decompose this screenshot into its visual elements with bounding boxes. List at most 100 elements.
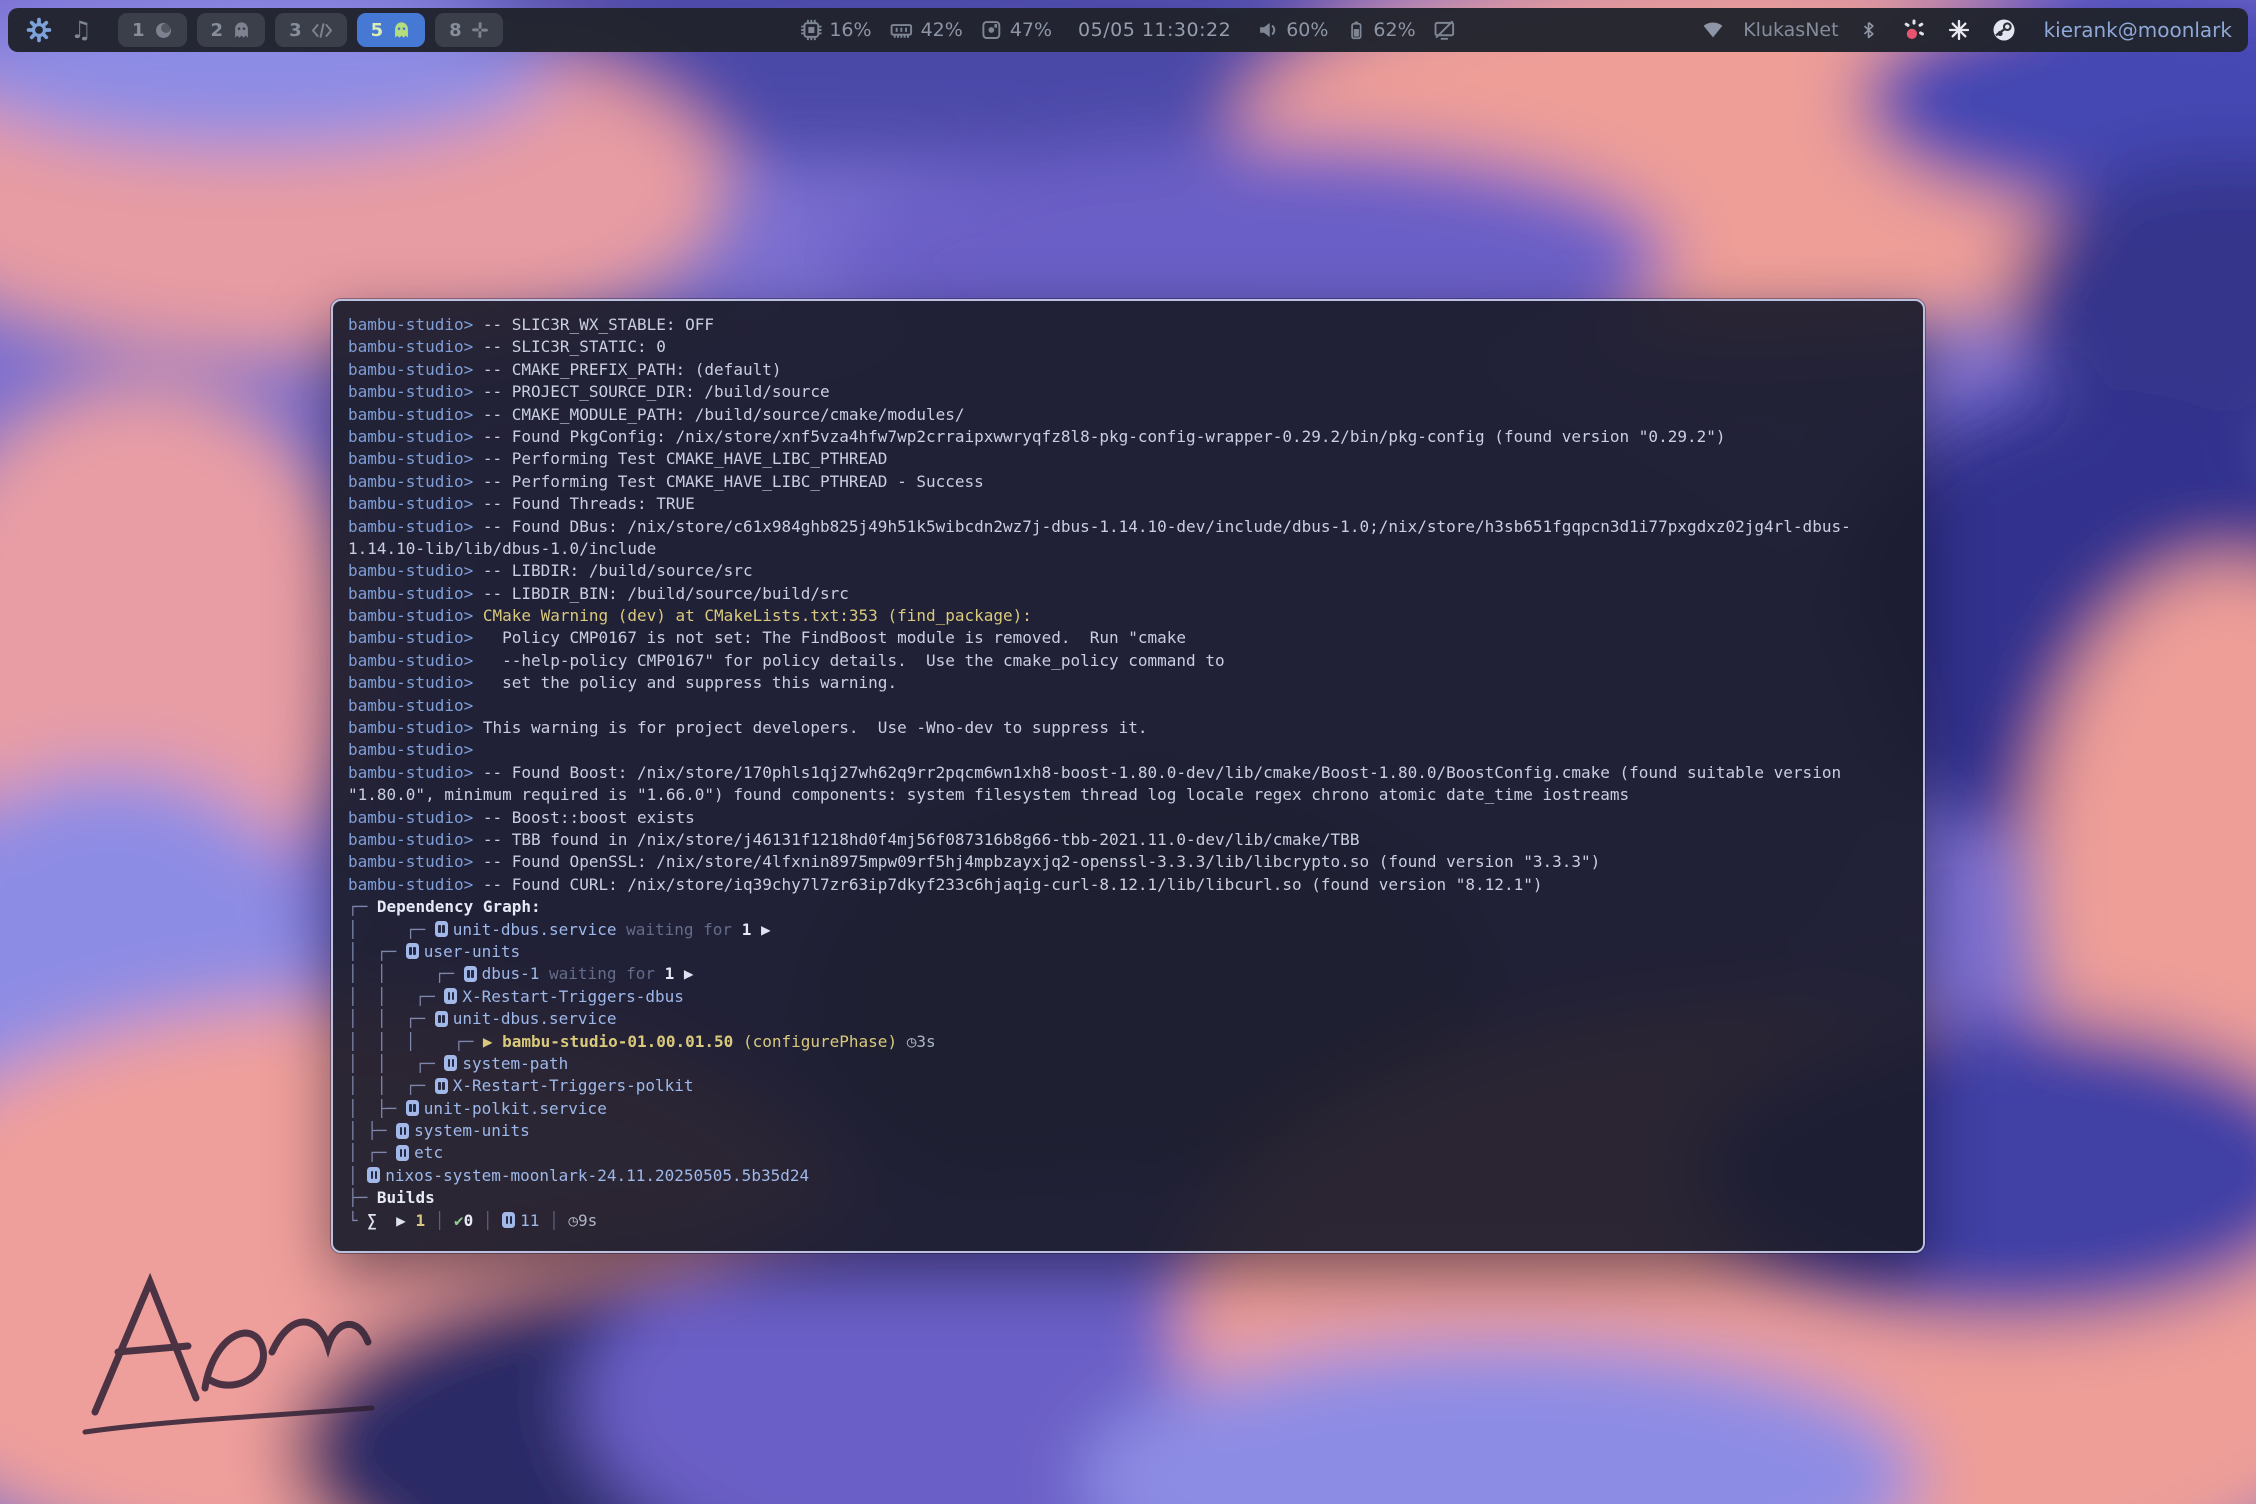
workspace-2[interactable]: 2 bbox=[197, 13, 266, 47]
graph-strong: 1 bbox=[742, 920, 761, 939]
top-bar: ♫ 12358 16% 42% 47% 05/05 11:30:22 bbox=[8, 8, 2248, 52]
workspace-number: 5 bbox=[371, 20, 384, 41]
battery-icon bbox=[1346, 19, 1366, 41]
disk-icon bbox=[981, 19, 1003, 41]
battery-value: 62% bbox=[1373, 19, 1415, 41]
terminal-line: bambu-studio> -- Performing Test CMAKE_H… bbox=[348, 471, 1908, 493]
terminal-line: 1.14.10-lib/lib/dbus-1.0/include bbox=[348, 538, 1908, 560]
log-prefix: bambu-studio> bbox=[348, 472, 483, 491]
log-text: -- Found PkgConfig: /nix/store/xnf5vza4h… bbox=[483, 427, 1726, 446]
log-text: -- LIBDIR: /build/source/src bbox=[483, 561, 753, 580]
wifi-icon[interactable] bbox=[1698, 15, 1728, 45]
workspace-8[interactable]: 8 bbox=[435, 13, 503, 47]
workspace-number: 8 bbox=[449, 20, 462, 41]
tree-connector: │ ┌─ bbox=[348, 942, 406, 961]
tree-connector: │ │ ┌─ bbox=[348, 1009, 435, 1028]
tree-connector: │ ├─ bbox=[348, 1121, 396, 1140]
terminal-line: bambu-studio> -- CMAKE_PREFIX_PATH: (def… bbox=[348, 359, 1908, 381]
graph-strong: 1 bbox=[665, 964, 684, 983]
workspace-1[interactable]: 1 bbox=[118, 13, 187, 47]
tree-connector: ├─ bbox=[348, 1188, 377, 1207]
tree-connector: │ │ ┌─ bbox=[348, 1054, 444, 1073]
log-text: set the policy and suppress this warning… bbox=[483, 673, 897, 692]
memory-value: 42% bbox=[921, 19, 963, 41]
terminal-line: bambu-studio> -- PROJECT_SOURCE_DIR: /bu… bbox=[348, 381, 1908, 403]
pause-icon bbox=[502, 1212, 515, 1228]
pause-icon bbox=[406, 943, 419, 959]
pause-icon bbox=[444, 1055, 457, 1071]
cpu-stat: 16% bbox=[800, 19, 871, 41]
tree-connector: ┌─ bbox=[348, 897, 377, 916]
log-text: -- CMAKE_MODULE_PATH: /build/source/cmak… bbox=[483, 405, 965, 424]
terminal-line: bambu-studio> -- Found Boost: /nix/store… bbox=[348, 762, 1908, 784]
log-text: -- CMAKE_PREFIX_PATH: (default) bbox=[483, 360, 782, 379]
tray-app-busy-icon[interactable] bbox=[1899, 15, 1929, 45]
logged-in-user: kierank@moonlark bbox=[2044, 18, 2232, 42]
log-prefix: bambu-studio> bbox=[348, 875, 483, 894]
tree-connector: │ ┌─ bbox=[348, 1143, 396, 1162]
slack-icon bbox=[471, 21, 489, 39]
nix-menu-icon[interactable] bbox=[24, 15, 54, 45]
log-prefix: bambu-studio> bbox=[348, 382, 483, 401]
starburst-icon[interactable] bbox=[1944, 15, 1974, 45]
terminal-line: bambu-studio> This warning is for projec… bbox=[348, 717, 1908, 739]
pause-icon bbox=[435, 1078, 448, 1094]
steam-icon[interactable] bbox=[1989, 15, 2019, 45]
graph-dim: waiting for bbox=[539, 964, 664, 983]
tree-connector: └ bbox=[348, 1211, 367, 1230]
disk-value: 47% bbox=[1010, 19, 1052, 41]
log-text: -- Found CURL: /nix/store/iq39chy7l7zr63… bbox=[483, 875, 1543, 894]
graph-sep: │ bbox=[539, 1211, 568, 1230]
log-prefix: bambu-studio> bbox=[348, 763, 483, 782]
graph-name: unit-dbus.service bbox=[453, 1009, 617, 1028]
log-text: --help-policy CMP0167" for policy detail… bbox=[483, 651, 1225, 670]
log-prefix: bambu-studio> bbox=[348, 628, 483, 647]
graph-name: X-Restart-Triggers-dbus bbox=[462, 987, 684, 1006]
graph-num: 1 bbox=[415, 1211, 425, 1230]
screen-share-off bbox=[1434, 19, 1456, 41]
dependency-graph-line: ├─ Builds bbox=[348, 1187, 1908, 1209]
cpu-icon bbox=[800, 19, 822, 41]
terminal-window[interactable]: bambu-studio> -- SLIC3R_WX_STABLE: OFF ba… bbox=[331, 299, 1925, 1253]
bluetooth-icon[interactable] bbox=[1854, 15, 1884, 45]
graph-name: nixos-system-moonlark-24.11.20250505.5b3… bbox=[385, 1166, 809, 1185]
log-prefix: bambu-studio> bbox=[348, 852, 483, 871]
graph-name: unit-polkit.service bbox=[424, 1099, 607, 1118]
graph-strong: Dependency Graph: bbox=[377, 897, 541, 916]
graph-pnum: 11 bbox=[520, 1211, 539, 1230]
dependency-graph-line: │ nixos-system-moonlark-24.11.20250505.5… bbox=[348, 1165, 1908, 1187]
tree-connector: │ bbox=[348, 1166, 367, 1185]
terminal-line: bambu-studio> -- CMAKE_MODULE_PATH: /bui… bbox=[348, 404, 1908, 426]
terminal-line: bambu-studio> -- SLIC3R_WX_STABLE: OFF bbox=[348, 314, 1908, 336]
moon-icon bbox=[154, 21, 173, 40]
log-text: -- Found DBus: /nix/store/c61x984ghb825j… bbox=[483, 517, 1851, 536]
network-name[interactable]: KlukasNet bbox=[1743, 19, 1838, 41]
dependency-graph-line: │ ┌─ user-units bbox=[348, 941, 1908, 963]
terminal-line: bambu-studio> -- Found Threads: TRUE bbox=[348, 493, 1908, 515]
graph-check: ✔ bbox=[454, 1211, 464, 1230]
code-icon bbox=[311, 22, 333, 39]
workspace-5-active[interactable]: 5 bbox=[357, 13, 426, 47]
log-prefix: bambu-studio> bbox=[348, 651, 483, 670]
dependency-graph-line: │ ├─ unit-polkit.service bbox=[348, 1098, 1908, 1120]
dependency-graph-line: │ ┌─ etc bbox=[348, 1142, 1908, 1164]
workspace-3[interactable]: 3 bbox=[275, 13, 347, 47]
log-text: -- LIBDIR_BIN: /build/source/build/src bbox=[483, 584, 849, 603]
pause-icon bbox=[367, 1167, 380, 1183]
tree-connector: │ │ ┌─ bbox=[348, 987, 444, 1006]
pause-icon bbox=[435, 1011, 448, 1027]
battery-stat: 62% bbox=[1346, 19, 1415, 41]
system-stats: 16% 42% 47% 05/05 11:30:22 60% bbox=[800, 19, 1455, 41]
dependency-graph-line: │ │ ┌─ X-Restart-Triggers-polkit bbox=[348, 1075, 1908, 1097]
pause-icon bbox=[464, 966, 477, 982]
graph-warrow: ▶ bbox=[396, 1211, 415, 1230]
graph-name: system-path bbox=[462, 1054, 568, 1073]
terminal-line: bambu-studio> -- Performing Test CMAKE_H… bbox=[348, 448, 1908, 470]
workspace-switcher: 1 23 5 8 bbox=[118, 13, 503, 47]
log-text: -- Found Boost: /nix/store/170phls1qj27w… bbox=[483, 763, 1841, 782]
terminal-line: bambu-studio> Policy CMP0167 is not set:… bbox=[348, 627, 1908, 649]
workspace-number: 1 bbox=[132, 20, 145, 41]
graph-yarrow: ▶ bbox=[483, 1032, 502, 1051]
music-note-icon[interactable]: ♫ bbox=[66, 15, 96, 45]
log-text: -- SLIC3R_STATIC: 0 bbox=[483, 337, 666, 356]
